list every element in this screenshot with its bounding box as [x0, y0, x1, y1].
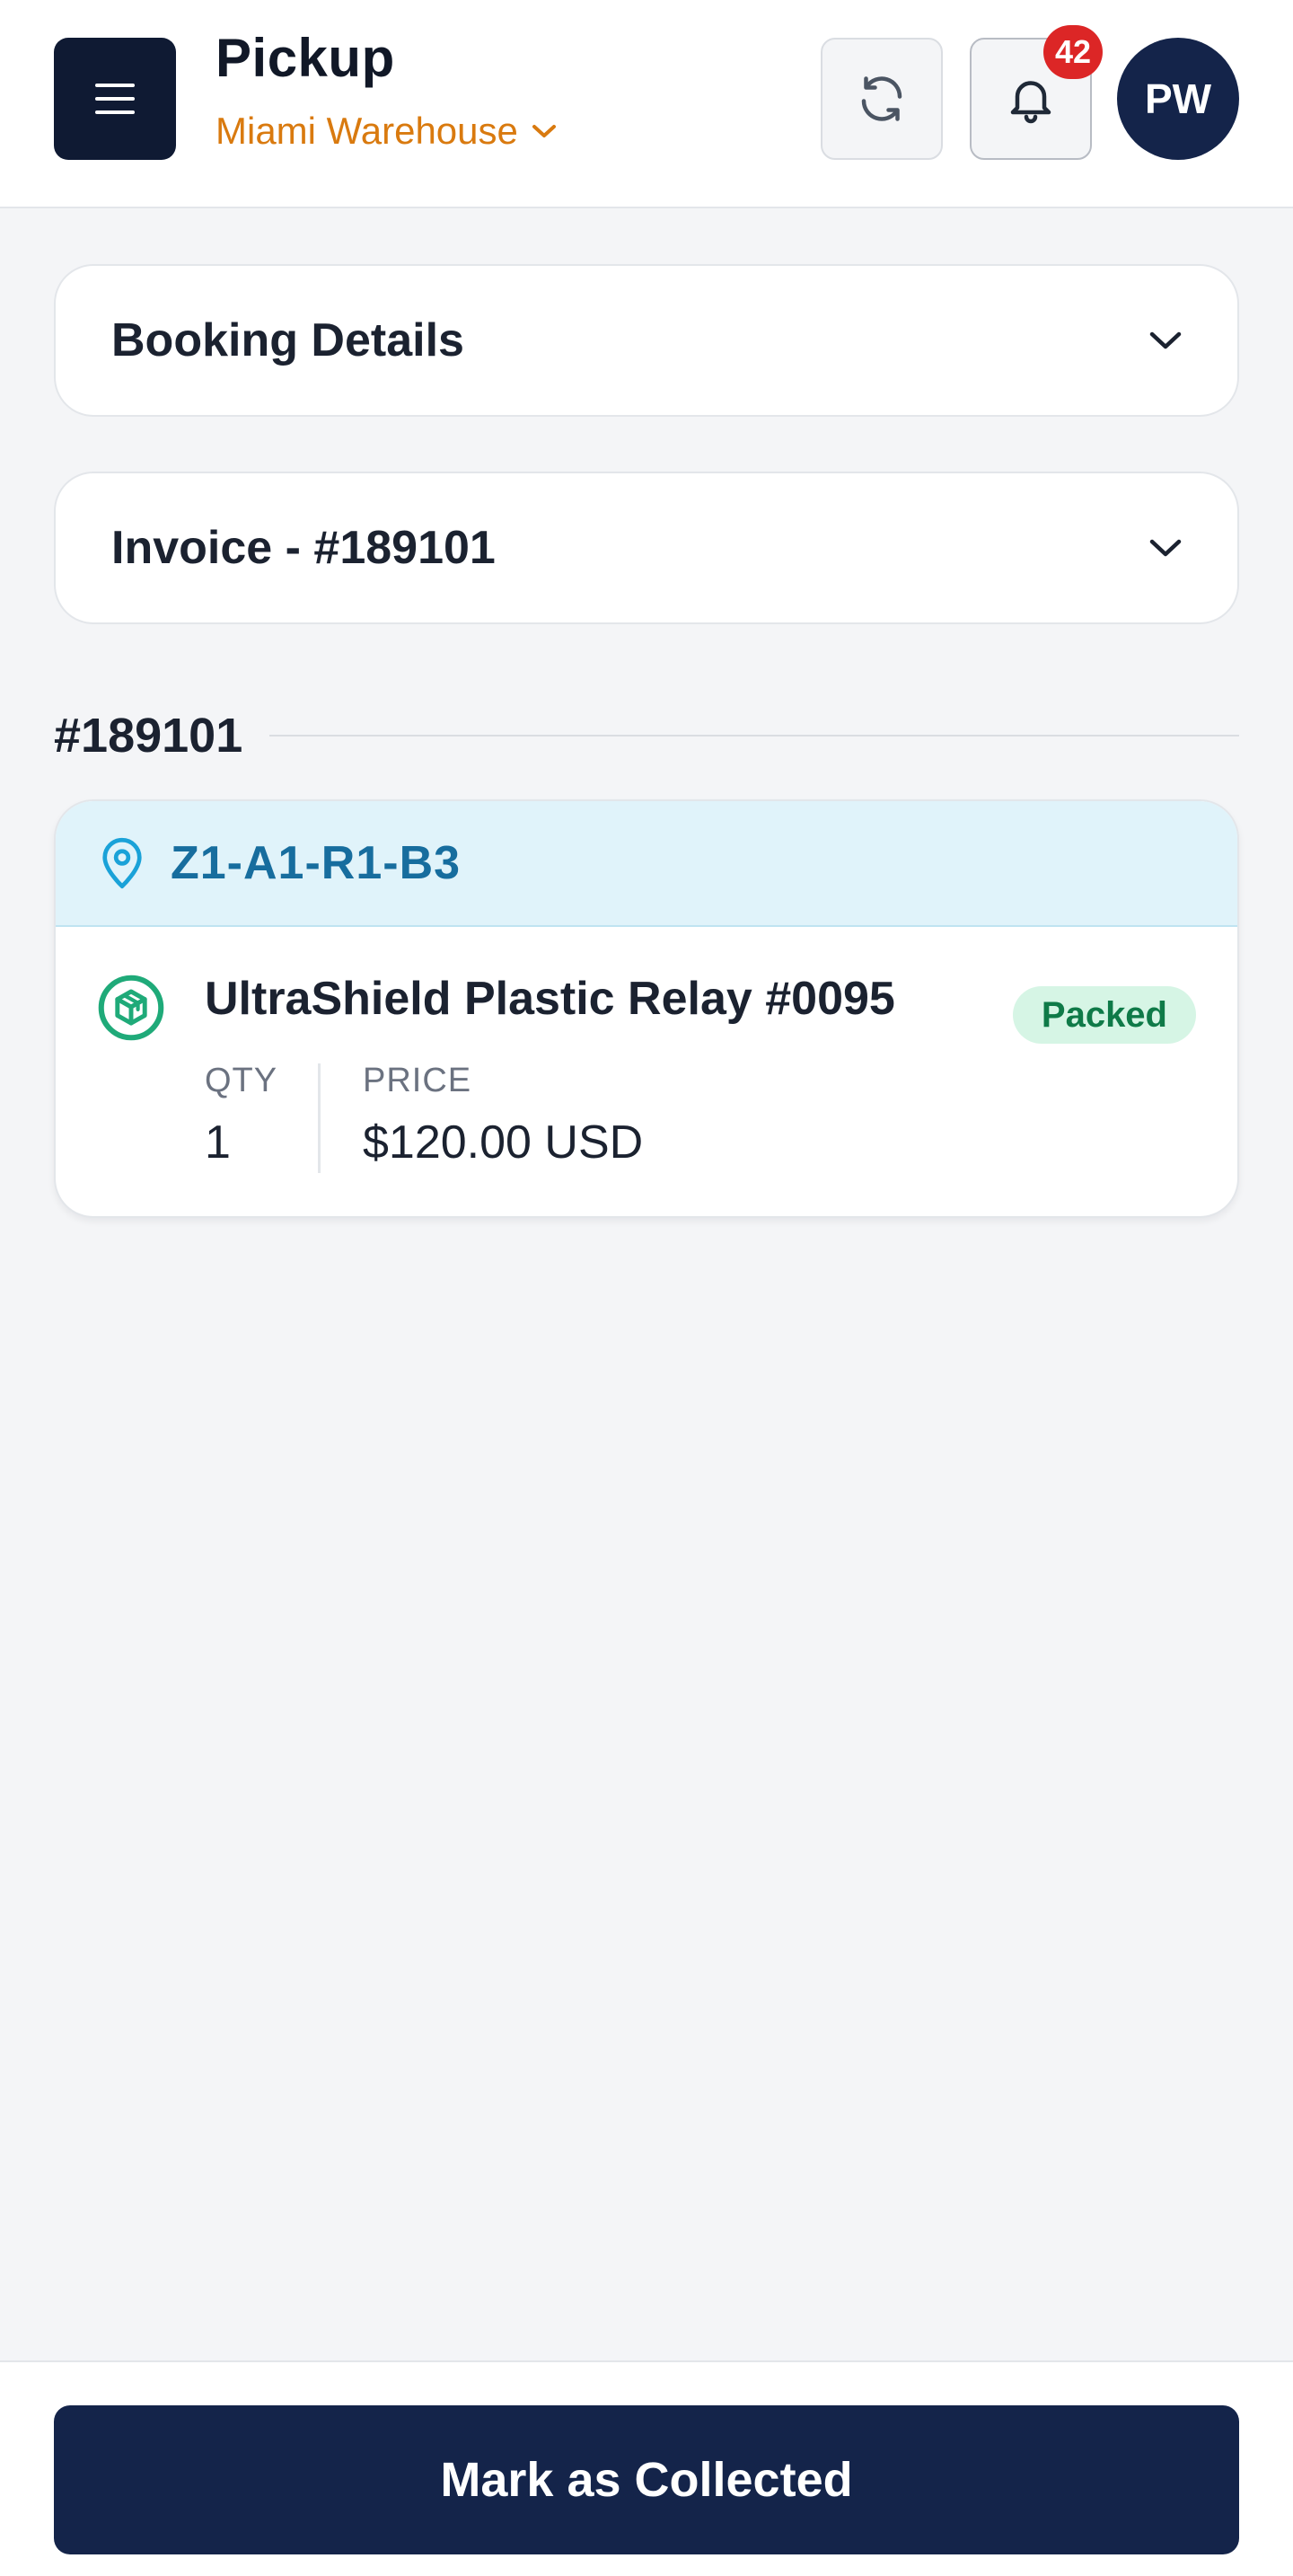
invoice-accordion[interactable]: Invoice - #189101 [54, 472, 1239, 624]
section-divider [269, 735, 1239, 737]
chevron-down-icon [1149, 331, 1182, 349]
package-icon [98, 975, 164, 1041]
price-value: $120.00 USD [363, 1116, 644, 1169]
status-badge: Packed [1012, 986, 1196, 1044]
invoice-section-header: #189101 [54, 708, 1239, 763]
column-divider [318, 1063, 321, 1173]
item-name: UltraShield Plastic Relay #0095 [205, 973, 895, 1025]
qty-value: 1 [205, 1116, 231, 1169]
accordion-label: Invoice - #189101 [111, 522, 496, 574]
chevron-down-icon [1149, 539, 1182, 557]
map-pin-icon [102, 838, 142, 889]
warehouse-selector[interactable]: Miami Warehouse [216, 110, 558, 153]
bin-location-code: Z1-A1-R1-B3 [171, 837, 462, 889]
refresh-icon [861, 76, 902, 121]
app-header: Pickup Miami Warehouse 42 PW [0, 0, 1293, 208]
bin-location-bar: Z1-A1-R1-B3 [56, 801, 1237, 927]
action-footer: Mark as Collected [0, 2360, 1293, 2576]
invoice-number: #189101 [54, 709, 243, 763]
mark-as-collected-button[interactable]: Mark as Collected [54, 2405, 1239, 2554]
chevron-down-icon [532, 125, 556, 137]
user-avatar[interactable]: PW [1117, 38, 1239, 160]
hamburger-menu-icon [95, 84, 135, 114]
pickup-item-card[interactable]: Z1-A1-R1-B3 UltraShield Plastic Relay #0… [54, 799, 1239, 1218]
qty-label: QTY [205, 1062, 278, 1099]
menu-button[interactable] [54, 38, 176, 160]
page-title: Pickup [216, 28, 395, 88]
price-label: PRICE [363, 1062, 472, 1099]
accordion-label: Booking Details [111, 314, 464, 366]
booking-details-accordion[interactable]: Booking Details [54, 264, 1239, 417]
notification-count-badge: 42 [1043, 25, 1103, 79]
refresh-button[interactable] [821, 38, 943, 160]
bell-icon [1010, 81, 1051, 124]
warehouse-name: Miami Warehouse [216, 110, 518, 152]
